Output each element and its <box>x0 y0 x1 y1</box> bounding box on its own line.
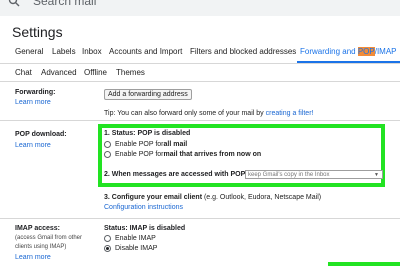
forwarding-learn-more-link[interactable]: Learn more <box>15 99 51 106</box>
configuration-instructions-link[interactable]: Configuration instructions <box>104 204 183 211</box>
pop-option-all[interactable]: Enable POP for all mail <box>104 141 187 148</box>
pop-now-label-pre: Enable POP for <box>115 151 164 158</box>
imap-option-disable[interactable]: Disable IMAP <box>104 245 157 252</box>
tab-advanced[interactable]: Advanced <box>41 68 77 77</box>
search-bar[interactable]: Search mail <box>0 0 400 16</box>
imap-heading: IMAP access: <box>15 225 61 232</box>
search-icon <box>8 0 20 7</box>
pop-configure-hint: (e.g. Outlook, Eudora, Netscape Mail) <box>202 194 322 201</box>
imap-subtext-2: clients using IMAP) <box>15 244 67 250</box>
imap-option-enable[interactable]: Enable IMAP <box>104 235 156 242</box>
forwarding-divider <box>0 120 400 121</box>
tabs-divider <box>0 63 400 64</box>
pop-option-now[interactable]: Enable POP for mail that arrives from no… <box>104 151 261 158</box>
create-filter-link[interactable]: creating a filter! <box>266 110 314 117</box>
pop-configure: 3. Configure your email client (e.g. Out… <box>104 194 321 201</box>
add-forwarding-address-button[interactable]: Add a forwarding address <box>104 89 192 100</box>
tab-forwarding-pop-imap[interactable]: Forwarding and POP/IMAP <box>300 47 397 56</box>
tab-chat[interactable]: Chat <box>15 68 32 77</box>
tab-themes[interactable]: Themes <box>116 68 145 77</box>
tab-general[interactable]: General <box>15 47 43 56</box>
forwarding-heading: Forwarding: <box>15 89 56 96</box>
pop-access-select-value: keep Gmail's copy in the Inbox <box>248 172 330 178</box>
imap-subtext-1: (access Gmail from other <box>15 235 83 241</box>
tab-offline[interactable]: Offline <box>84 68 107 77</box>
pop-access-label: 2. When messages are accessed with POP <box>104 171 246 178</box>
imap-disable-radio[interactable] <box>104 245 111 252</box>
page-title: Settings <box>12 24 63 40</box>
imap-enable-radio[interactable] <box>104 235 111 242</box>
pop-all-label-bold: all mail <box>163 141 188 148</box>
pop-configure-label: 3. Configure your email client <box>104 194 203 201</box>
pop-learn-more-link[interactable]: Learn more <box>15 142 51 149</box>
imap-status: Status: IMAP is disabled <box>104 225 186 232</box>
pop-divider <box>0 218 400 219</box>
pop-heading: POP download: <box>15 131 67 138</box>
imap-learn-more-link[interactable]: Learn more <box>15 254 51 261</box>
chevron-down-icon: ▼ <box>374 172 379 178</box>
tab-accounts-and-import[interactable]: Accounts and Import <box>109 47 182 56</box>
pop-status: 1. Status: POP is disabled <box>104 130 191 137</box>
green-accent-bar <box>328 262 400 266</box>
tab-labels[interactable]: Labels <box>52 47 76 56</box>
pop-access-select[interactable]: keep Gmail's copy in the Inbox ▼ <box>245 170 383 179</box>
settings-tabs-row2: Chat Advanced Offline Themes <box>0 66 400 80</box>
tab-forwarding-pop: POP <box>357 47 375 56</box>
tab-forwarding-pre: Forwarding and <box>300 47 358 56</box>
settings-tabs: General Labels Inbox Accounts and Import… <box>0 44 400 64</box>
tabs2-divider <box>0 81 400 82</box>
search-input[interactable]: Search mail <box>33 0 96 8</box>
pop-now-label-bold: mail that arrives from now on <box>163 151 262 158</box>
imap-enable-label: Enable IMAP <box>115 235 156 242</box>
pop-all-label-pre: Enable POP for <box>115 141 164 148</box>
tab-forwarding-post: /IMAP <box>374 47 397 56</box>
forwarding-tip-text: Tip: You can also forward only some of y… <box>104 110 266 117</box>
imap-disable-label: Disable IMAP <box>115 245 158 252</box>
tab-inbox[interactable]: Inbox <box>82 47 102 56</box>
pop-now-radio[interactable] <box>104 151 111 158</box>
pop-all-radio[interactable] <box>104 141 111 148</box>
forwarding-tip: Tip: You can also forward only some of y… <box>104 110 313 117</box>
tab-filters[interactable]: Filters and blocked addresses <box>190 47 296 56</box>
